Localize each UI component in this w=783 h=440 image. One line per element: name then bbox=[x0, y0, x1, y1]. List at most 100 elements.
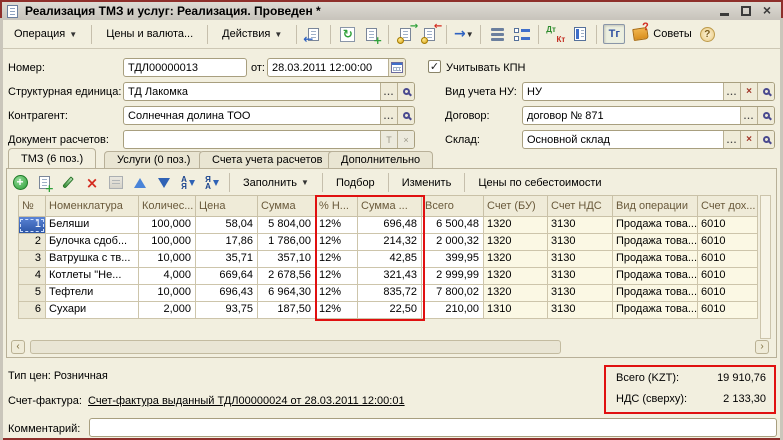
column-header[interactable]: Сумма bbox=[258, 195, 316, 217]
scrollbar-track[interactable] bbox=[26, 340, 754, 354]
prices-currency-button[interactable]: Цены и валюта... bbox=[98, 24, 201, 44]
table-cell[interactable]: 6010 bbox=[698, 234, 758, 251]
table-cell[interactable]: 22,50 bbox=[358, 302, 422, 319]
table-cell[interactable]: 3 bbox=[18, 251, 46, 268]
column-header[interactable]: Номенклатура bbox=[46, 195, 139, 217]
table-cell[interactable]: 10,000 bbox=[139, 251, 196, 268]
table-cell[interactable]: 210,00 bbox=[422, 302, 484, 319]
table-cell[interactable]: Беляши bbox=[46, 217, 139, 234]
calendar-button[interactable] bbox=[388, 59, 405, 76]
tab-settlement-accounts[interactable]: Счета учета расчетов bbox=[199, 151, 335, 168]
table-cell[interactable]: 669,64 bbox=[196, 268, 258, 285]
table-cell[interactable]: Ватрушка с тв... bbox=[46, 251, 139, 268]
column-header[interactable]: Счет (БУ) bbox=[484, 195, 548, 217]
table-row[interactable]: 1Беляши100,00058,045 804,0012%696,486 50… bbox=[18, 217, 758, 234]
select-button[interactable]: ... bbox=[740, 107, 757, 124]
table-cell[interactable]: 6 964,30 bbox=[258, 285, 316, 302]
column-header[interactable]: Вид операции bbox=[613, 195, 698, 217]
comment-input[interactable] bbox=[89, 418, 777, 437]
column-header[interactable]: Счет НДС bbox=[548, 195, 613, 217]
copy-document-button[interactable]: + bbox=[361, 24, 382, 45]
table-row[interactable]: 6Сухари2,00093,75187,5012%22,50210,00131… bbox=[18, 302, 758, 319]
column-header[interactable]: № bbox=[18, 195, 46, 217]
table-row[interactable]: 2Булочка сдоб...100,00017,861 786,0012%2… bbox=[18, 234, 758, 251]
add-row-button[interactable]: + bbox=[10, 173, 30, 193]
table-cell[interactable]: 6010 bbox=[698, 251, 758, 268]
tenge-display-toggle[interactable]: Тг bbox=[603, 24, 625, 44]
table-cell[interactable]: 1 bbox=[18, 217, 46, 234]
table-cell[interactable]: 7 800,02 bbox=[422, 285, 484, 302]
table-cell[interactable]: 2 999,99 bbox=[422, 268, 484, 285]
table-cell[interactable]: 35,71 bbox=[196, 251, 258, 268]
column-header[interactable]: Сумма ... bbox=[358, 195, 422, 217]
vertical-scrollbar[interactable] bbox=[760, 195, 771, 339]
table-cell[interactable]: 1320 bbox=[484, 285, 548, 302]
open-button[interactable] bbox=[757, 107, 774, 124]
report-button[interactable] bbox=[569, 24, 590, 45]
table-cell[interactable]: 1310 bbox=[484, 302, 548, 319]
copy-row-button[interactable]: + bbox=[34, 173, 54, 193]
counterparty-field[interactable]: Солнечная долина ТОО ... bbox=[123, 106, 415, 125]
select-button[interactable]: ... bbox=[380, 107, 397, 124]
table-cell[interactable]: 696,48 bbox=[358, 217, 422, 234]
edit-row-button[interactable] bbox=[58, 173, 78, 193]
table-cell[interactable]: 12% bbox=[316, 302, 358, 319]
table-row[interactable]: 3Ватрушка с тв...10,00035,71357,1012%42,… bbox=[18, 251, 758, 268]
table-cell[interactable]: 6010 bbox=[698, 302, 758, 319]
scroll-right-button[interactable]: › bbox=[755, 340, 769, 354]
pick-button[interactable]: Подбор bbox=[330, 174, 381, 192]
table-cell[interactable]: 4 bbox=[18, 268, 46, 285]
select-button[interactable]: ... bbox=[723, 131, 740, 148]
table-cell[interactable]: 6 bbox=[18, 302, 46, 319]
number-field[interactable]: ТДЛ00000013 bbox=[123, 58, 247, 77]
table-cell[interactable]: 6010 bbox=[698, 268, 758, 285]
table-cell[interactable]: 12% bbox=[316, 285, 358, 302]
table-cell[interactable]: 1320 bbox=[484, 268, 548, 285]
open-button[interactable] bbox=[397, 83, 414, 100]
move-down-button[interactable] bbox=[154, 173, 174, 193]
column-header[interactable]: Количес... bbox=[139, 195, 196, 217]
table-cell[interactable]: 3130 bbox=[548, 268, 613, 285]
table-cell[interactable]: 3130 bbox=[548, 234, 613, 251]
table-cell[interactable]: 10,000 bbox=[139, 285, 196, 302]
table-cell[interactable]: Сухари bbox=[46, 302, 139, 319]
close-button[interactable]: × bbox=[761, 5, 773, 17]
settlement-doc-field[interactable]: T × bbox=[123, 130, 415, 149]
end-edit-button[interactable] bbox=[106, 173, 126, 193]
table-cell[interactable]: Продажа това... bbox=[613, 302, 698, 319]
table-cell[interactable]: Продажа това... bbox=[613, 285, 698, 302]
table-cell[interactable]: 1 786,00 bbox=[258, 234, 316, 251]
table-cell[interactable]: 5 bbox=[18, 285, 46, 302]
table-cell[interactable]: 1320 bbox=[484, 217, 548, 234]
dt-kt-button[interactable]: ДтКт bbox=[545, 24, 566, 45]
table-cell[interactable]: 187,50 bbox=[258, 302, 316, 319]
table-cell[interactable]: Продажа това... bbox=[613, 217, 698, 234]
table-cell[interactable]: 6010 bbox=[698, 217, 758, 234]
table-cell[interactable]: 2 bbox=[18, 234, 46, 251]
table-cell[interactable]: 1320 bbox=[484, 234, 548, 251]
table-row[interactable]: 4Котлеты "Не...4,000669,642 678,5612%321… bbox=[18, 268, 758, 285]
money-return-button[interactable]: ← bbox=[419, 24, 440, 45]
tab-additional[interactable]: Дополнительно bbox=[328, 151, 433, 168]
table-cell[interactable]: 58,04 bbox=[196, 217, 258, 234]
actions-button[interactable]: Действия▼ bbox=[214, 24, 290, 44]
open-button[interactable] bbox=[757, 83, 774, 100]
table-row[interactable]: 5Тефтели10,000696,436 964,3012%835,727 8… bbox=[18, 285, 758, 302]
tab-tmz[interactable]: ТМЗ (6 поз.) bbox=[8, 148, 96, 168]
fill-button[interactable]: Заполнить▼ bbox=[237, 174, 315, 192]
table-cell[interactable]: 3130 bbox=[548, 285, 613, 302]
table-cell[interactable]: 321,43 bbox=[358, 268, 422, 285]
select-button[interactable]: ... bbox=[380, 83, 397, 100]
table-cell[interactable]: 12% bbox=[316, 234, 358, 251]
table-cell[interactable]: 2 000,32 bbox=[422, 234, 484, 251]
table-cell[interactable]: 214,32 bbox=[358, 234, 422, 251]
scrollbar-thumb[interactable] bbox=[30, 340, 561, 354]
table-cell[interactable]: 357,10 bbox=[258, 251, 316, 268]
table-cell[interactable]: 93,75 bbox=[196, 302, 258, 319]
column-header[interactable]: Счет дох... bbox=[698, 195, 758, 217]
help-button[interactable]: ? bbox=[700, 27, 715, 42]
table-cell[interactable]: 4,000 bbox=[139, 268, 196, 285]
column-header[interactable]: Всего bbox=[422, 195, 484, 217]
table-cell[interactable]: Продажа това... bbox=[613, 268, 698, 285]
goto-button[interactable]: →▼ bbox=[453, 24, 474, 45]
